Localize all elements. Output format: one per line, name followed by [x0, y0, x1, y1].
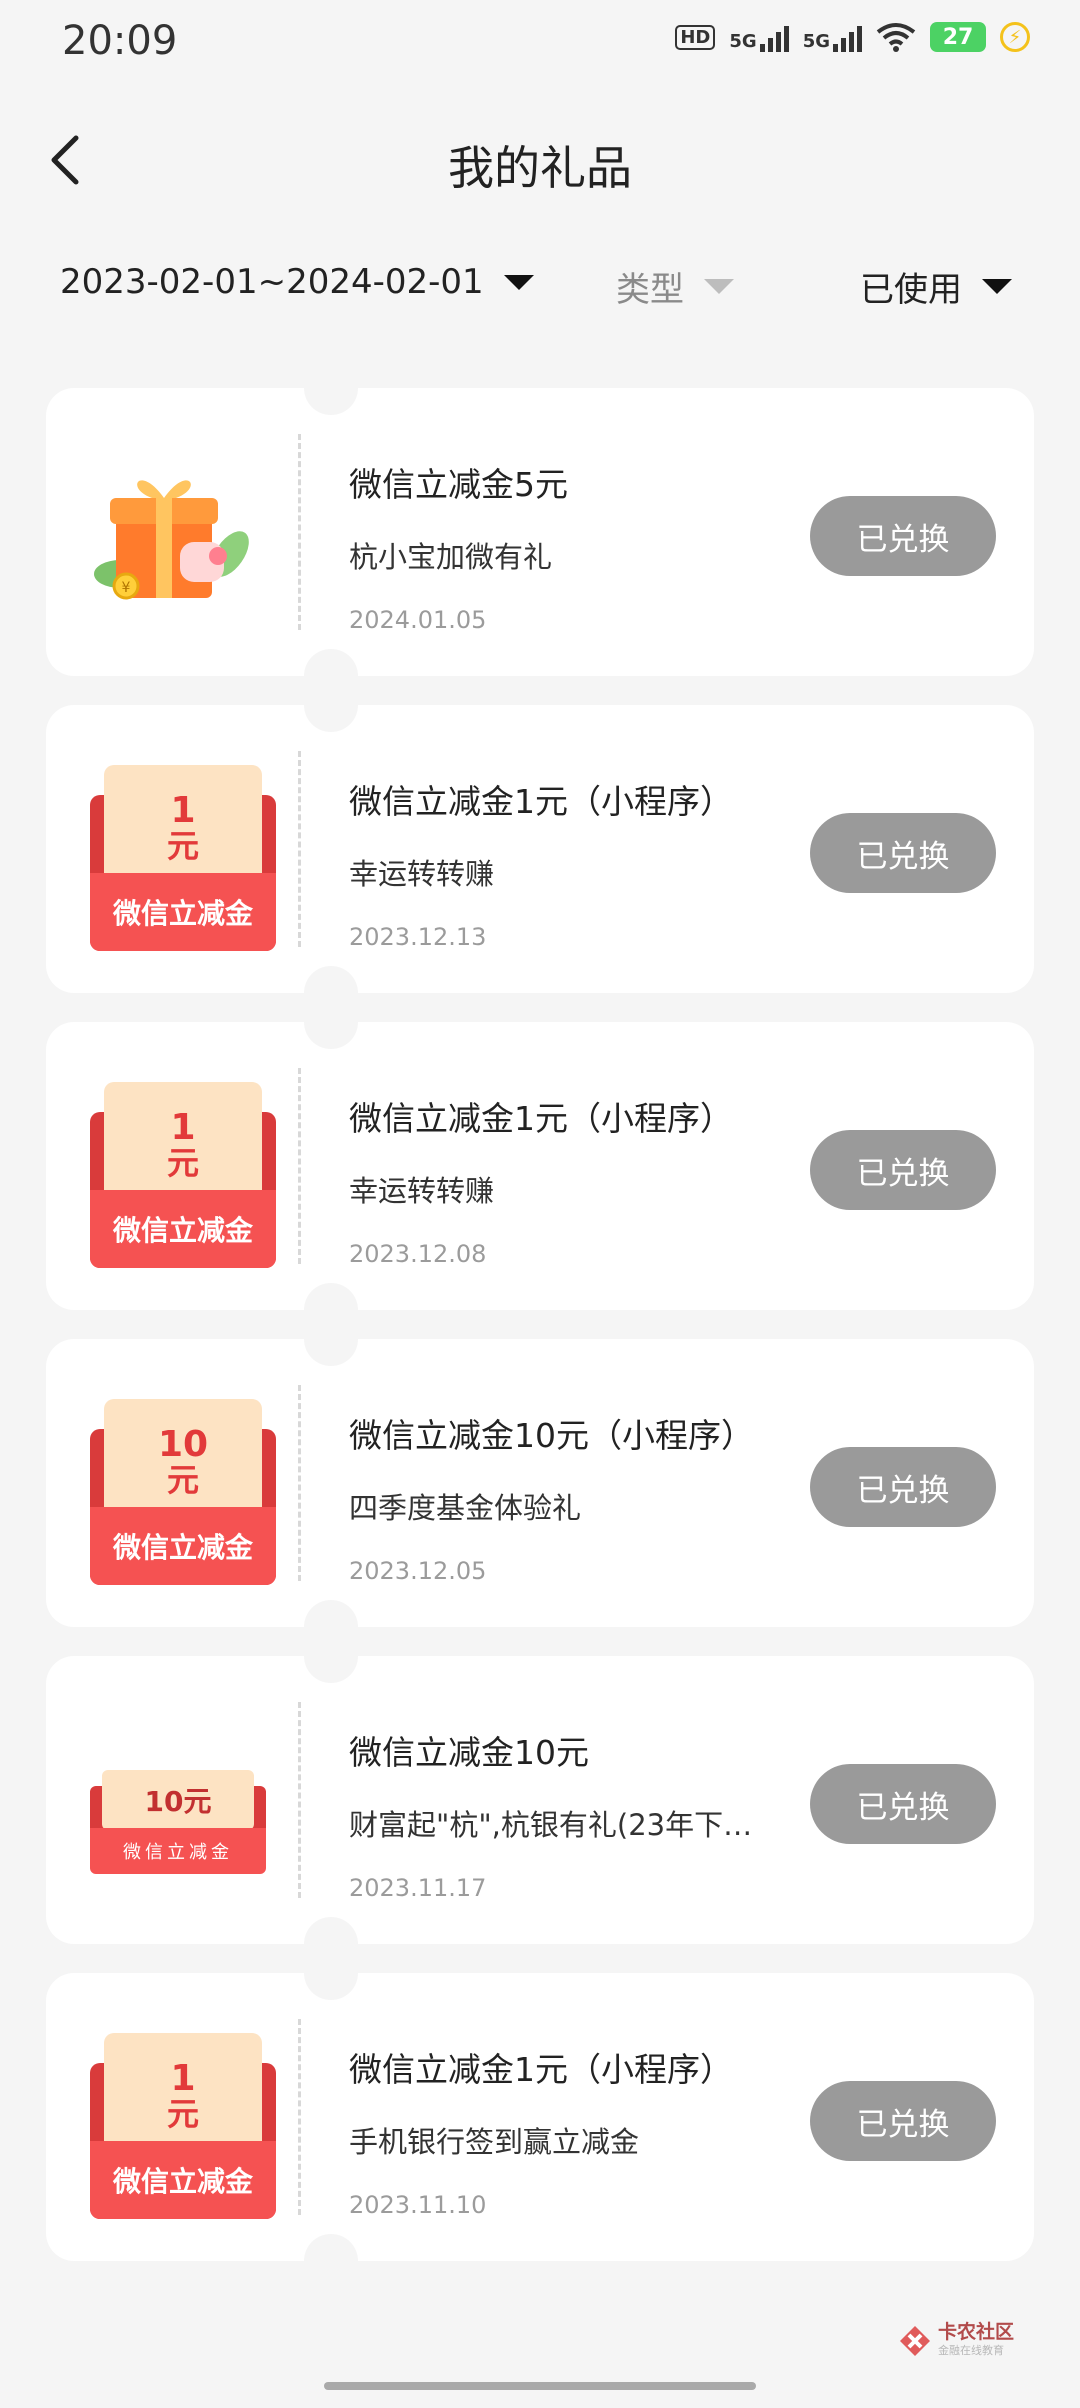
envelope-label: 微信立减金 [90, 1507, 276, 1585]
dropdown-arrow-icon [704, 279, 734, 294]
gift-source: 幸运转转赚 [349, 1174, 495, 1208]
gift-date: 2023.11.17 [349, 1874, 487, 1902]
filter-bar: 2023-02-01~2024-02-01 类型 已使用 [0, 262, 1080, 322]
gift-title: 微信立减金1元（小程序） [349, 1099, 733, 1138]
gift-title: 微信立减金10元（小程序） [349, 1416, 754, 1455]
envelope-unit: 元 [166, 827, 199, 866]
gift-date: 2023.12.08 [349, 1240, 487, 1268]
envelope-amount: 1 [170, 2058, 196, 2100]
charging-icon: ⚡ [1000, 22, 1030, 52]
hd-icon: HD [675, 24, 716, 50]
status-time: 20:09 [62, 18, 178, 64]
divider [298, 751, 301, 947]
divider [298, 2019, 301, 2215]
gift-card: ¥ 微信立减金5元 杭小宝加微有礼 2024.01.05 已兑换 [46, 361, 1034, 703]
watermark: 卡农社区 金融在线教育 [898, 2323, 1014, 2358]
gift-source: 手机银行签到赢立减金 [349, 2125, 640, 2159]
gift-source: 幸运转转赚 [349, 857, 495, 891]
divider [298, 1385, 301, 1581]
red-envelope-icon: 10 元 微信立减金 [80, 1395, 276, 1585]
gift-box-icon: ¥ [80, 444, 258, 622]
status-bar: 20:09 HD 5G 5G 27 ⚡ [0, 0, 1080, 86]
envelope-label: 微信立减金 [90, 2141, 276, 2219]
gift-date: 2024.01.05 [349, 606, 487, 634]
divider [298, 1702, 301, 1898]
envelope-amount: 10元 [102, 1770, 254, 1830]
page-title: 我的礼品 [448, 141, 632, 195]
gift-source: 杭小宝加微有礼 [349, 540, 553, 574]
redeemed-button[interactable]: 已兑换 [810, 1130, 996, 1210]
red-envelope-icon: 1 元 微信立减金 [80, 2029, 276, 2219]
divider [298, 434, 301, 630]
date-range-label: 2023-02-01~2024-02-01 [60, 262, 484, 302]
gift-card: 10元 微信立减金 微信立减金10元 财富起"杭",杭银有礼(23年下… 202… [46, 1629, 1034, 1971]
envelope-unit: 元 [166, 1144, 199, 1183]
envelope-label: 微信立减金 [90, 873, 276, 951]
gift-date: 2023.12.05 [349, 1557, 487, 1585]
gift-list: ¥ 微信立减金5元 杭小宝加微有礼 2024.01.05 已兑换 1 元 微信立… [46, 361, 1034, 2290]
gift-card: 1 元 微信立减金 微信立减金1元（小程序） 幸运转转赚 2023.12.08 … [46, 995, 1034, 1337]
svg-text:¥: ¥ [122, 580, 131, 596]
envelope-amount: 10 [157, 1424, 209, 1466]
gift-date: 2023.11.10 [349, 2191, 487, 2219]
gift-title: 微信立减金1元（小程序） [349, 782, 733, 821]
gift-title: 微信立减金1元（小程序） [349, 2050, 733, 2089]
wifi-icon [876, 23, 916, 52]
type-filter-label: 类型 [616, 270, 684, 310]
redeemed-button[interactable]: 已兑换 [810, 813, 996, 893]
watermark-tagline: 金融在线教育 [937, 2344, 1004, 2357]
gift-title: 微信立减金10元 [349, 1733, 589, 1772]
gift-date: 2023.12.13 [349, 923, 487, 951]
red-envelope-icon: 1 元 微信立减金 [80, 1078, 276, 1268]
home-indicator[interactable] [324, 2382, 756, 2390]
envelope-label: 微信立减金 [90, 1190, 276, 1268]
envelope-amount: 1 [170, 1107, 196, 1149]
envelope-unit: 元 [166, 2095, 199, 2134]
gift-card: 1 元 微信立减金 微信立减金1元（小程序） 手机银行签到赢立减金 2023.1… [46, 1946, 1034, 2288]
battery-icon: 27 [930, 22, 986, 52]
status-filter-label: 已使用 [860, 270, 962, 310]
redeemed-button[interactable]: 已兑换 [810, 496, 996, 576]
envelope-label: 微信立减金 [90, 1828, 266, 1874]
signal-icon: 5G [729, 22, 789, 52]
date-range-filter[interactable]: 2023-02-01~2024-02-01 [60, 262, 534, 302]
dropdown-arrow-icon [982, 279, 1012, 294]
gift-source: 四季度基金体验礼 [349, 1491, 582, 1525]
watermark-logo-icon [899, 2325, 930, 2356]
envelope-unit: 元 [166, 1461, 199, 1500]
status-icons: HD 5G 5G 27 ⚡ [675, 22, 1030, 52]
gift-title: 微信立减金5元 [349, 465, 568, 504]
dropdown-arrow-icon [503, 274, 534, 290]
redeemed-button[interactable]: 已兑换 [810, 2081, 996, 2161]
nav-bar: 我的礼品 [0, 110, 1080, 200]
watermark-name: 卡农社区 [937, 2321, 1014, 2343]
redeemed-button[interactable]: 已兑换 [810, 1447, 996, 1527]
divider [298, 1068, 301, 1264]
red-envelope-icon: 10元 微信立减金 [80, 1712, 266, 1890]
red-envelope-icon: 1 元 微信立减金 [80, 761, 276, 951]
gift-card: 10 元 微信立减金 微信立减金10元（小程序） 四季度基金体验礼 2023.1… [46, 1312, 1034, 1654]
type-filter[interactable]: 类型 [616, 262, 734, 311]
envelope-amount: 1 [170, 790, 196, 832]
signal-icon: 5G [803, 22, 862, 52]
gift-source: 财富起"杭",杭银有礼(23年下… [349, 1808, 753, 1842]
gift-card: 1 元 微信立减金 微信立减金1元（小程序） 幸运转转赚 2023.12.13 … [46, 678, 1034, 1020]
redeemed-button[interactable]: 已兑换 [810, 1764, 996, 1844]
status-filter[interactable]: 已使用 [860, 262, 1012, 311]
